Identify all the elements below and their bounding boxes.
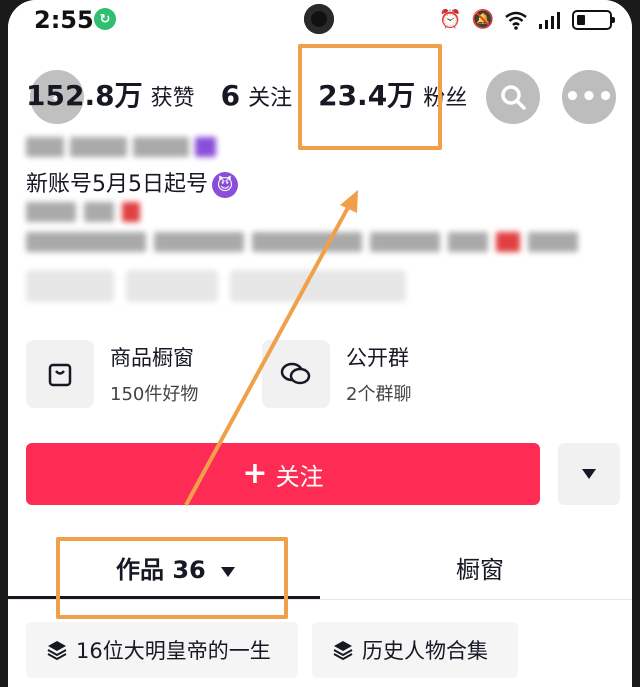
profile-screen: 2:55 ↻ ⏰ 🔕 ‹ 152.8万 获赞 6 关注 23.4万 粉丝 •••… <box>8 0 632 687</box>
annotation-arrow <box>184 190 358 506</box>
